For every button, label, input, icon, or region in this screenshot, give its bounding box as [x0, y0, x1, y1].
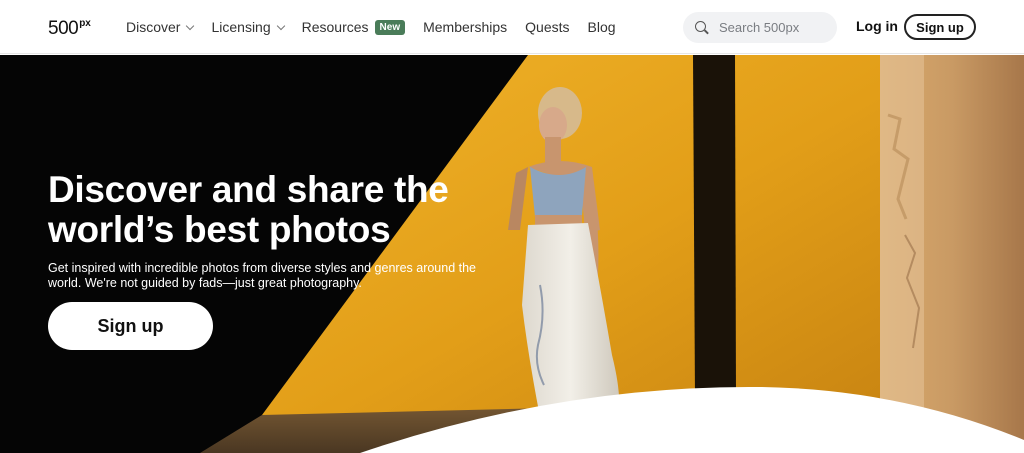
nav-quests[interactable]: Quests	[525, 19, 569, 35]
hero-signup-button[interactable]: Sign up	[48, 302, 213, 350]
nav-memberships-label: Memberships	[423, 19, 508, 35]
hero-section: Discover and share the world’s best phot…	[0, 55, 1024, 453]
signup-button-nav[interactable]: Sign up	[904, 14, 976, 40]
search-input[interactable]	[719, 20, 829, 35]
nav-memberships[interactable]: Memberships	[423, 19, 507, 35]
500px-logo[interactable]: 500 px	[48, 15, 91, 39]
chevron-down-icon	[276, 21, 285, 30]
hero-subtitle: Get inspired with incredible photos from…	[48, 261, 477, 290]
nav-discover-label: Discover	[126, 19, 181, 35]
search-icon[interactable]	[695, 20, 709, 35]
nav-blog[interactable]: Blog	[588, 19, 616, 35]
top-navbar: 500 px Discover Licensing Resources New …	[0, 0, 1024, 54]
nav-discover[interactable]: Discover	[126, 19, 195, 35]
nav-licensing-label: Licensing	[211, 19, 271, 35]
login-link[interactable]: Log in	[856, 18, 898, 34]
nav-licensing[interactable]: Licensing	[211, 19, 285, 35]
logo-superscript: px	[79, 18, 91, 29]
nav-resources[interactable]: Resources New	[301, 19, 406, 35]
nav-quests-label: Quests	[525, 19, 570, 35]
search-box[interactable]	[683, 12, 837, 43]
nav-blog-label: Blog	[587, 19, 616, 35]
nav-resources-label: Resources	[301, 19, 369, 35]
main-menu: Discover Licensing Resources New Members…	[126, 0, 634, 54]
logo-text: 500	[48, 18, 79, 39]
chevron-down-icon	[186, 21, 195, 30]
hero-title: Discover and share the world’s best phot…	[48, 169, 449, 250]
hero-photo	[200, 55, 1024, 453]
new-badge: New	[374, 19, 406, 35]
